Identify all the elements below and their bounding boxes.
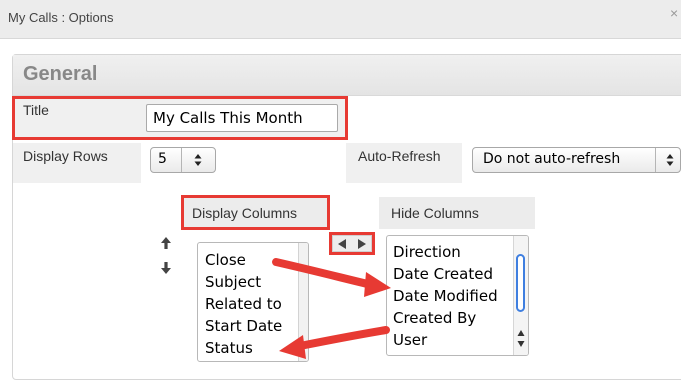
display-rows-label: Display Rows bbox=[13, 143, 141, 183]
scrollbar-thumb[interactable] bbox=[516, 254, 525, 312]
section-header: General bbox=[13, 55, 681, 96]
list-item[interactable]: Subject bbox=[205, 271, 308, 293]
list-item[interactable]: Direction bbox=[393, 241, 528, 263]
list-item[interactable]: User bbox=[393, 329, 528, 351]
display-columns-header: Display Columns bbox=[184, 198, 327, 228]
scroll-down-icon[interactable] bbox=[517, 340, 525, 348]
title-label-text: Title bbox=[23, 102, 49, 118]
list-scrollbar[interactable] bbox=[513, 236, 528, 355]
auto-refresh-label-text: Auto-Refresh bbox=[358, 148, 441, 164]
dialog-title: My Calls : Options bbox=[8, 10, 114, 25]
select-updown-icon bbox=[666, 154, 674, 166]
section-heading: General bbox=[23, 63, 98, 85]
title-input[interactable] bbox=[146, 104, 338, 132]
list-item[interactable]: Close bbox=[205, 249, 308, 271]
move-column-buttons bbox=[332, 235, 372, 252]
list-item[interactable]: Created By bbox=[393, 307, 528, 329]
hide-columns-header-text: Hide Columns bbox=[391, 205, 479, 221]
arrow-up-icon[interactable] bbox=[160, 236, 172, 250]
select-divider bbox=[655, 148, 656, 172]
close-icon[interactable]: × bbox=[670, 5, 678, 21]
hide-columns-list[interactable]: Direction Date Created Date Modified Cre… bbox=[386, 235, 529, 356]
list-item[interactable]: Status bbox=[205, 337, 308, 359]
select-updown-icon bbox=[194, 154, 202, 166]
list-item[interactable]: Date Created bbox=[393, 263, 528, 285]
display-rows-label-text: Display Rows bbox=[23, 148, 108, 164]
list-item[interactable]: Related to bbox=[205, 293, 308, 315]
display-columns-header-text: Display Columns bbox=[192, 205, 298, 221]
arrow-right-icon[interactable] bbox=[357, 238, 367, 250]
display-rows-select[interactable]: 5 bbox=[150, 147, 216, 173]
dialog-titlebar: My Calls : Options × bbox=[0, 0, 681, 39]
auto-refresh-value: Do not auto-refresh bbox=[483, 151, 621, 167]
auto-refresh-label: Auto-Refresh bbox=[346, 143, 462, 183]
arrow-down-icon[interactable] bbox=[160, 261, 172, 275]
list-item[interactable]: Date Modified bbox=[393, 285, 528, 307]
auto-refresh-select[interactable]: Do not auto-refresh bbox=[472, 147, 681, 173]
display-rows-value: 5 bbox=[158, 151, 167, 167]
list-item[interactable]: Start Date bbox=[205, 315, 308, 337]
arrow-left-icon[interactable] bbox=[337, 238, 347, 250]
hide-columns-header: Hide Columns bbox=[379, 197, 535, 229]
list-scrollbar[interactable] bbox=[298, 243, 308, 361]
display-columns-list[interactable]: Close Subject Related to Start Date Stat… bbox=[197, 242, 309, 362]
scroll-up-icon[interactable] bbox=[517, 329, 525, 337]
select-divider bbox=[181, 148, 182, 172]
